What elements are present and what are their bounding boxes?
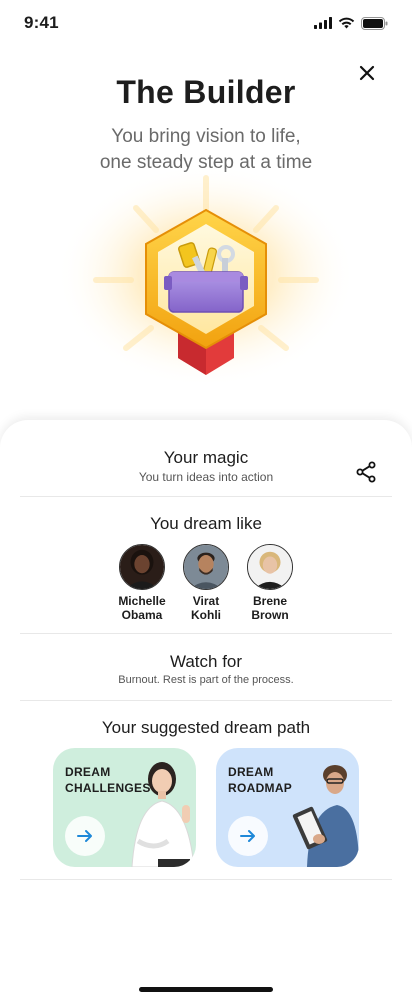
archetype-badge — [56, 168, 356, 408]
archetype-title: The Builder — [116, 74, 296, 110]
results-sheet: Your magic You turn ideas into action Yo… — [0, 420, 412, 1002]
status-bar: 9:41 — [0, 0, 412, 46]
arrow-right-icon[interactable] — [228, 816, 268, 856]
dream-like-title: You dream like — [150, 514, 262, 533]
dream-path-title: Your suggested dream path — [101, 718, 311, 737]
divider — [20, 496, 392, 497]
subtitle-line-1: You bring vision to life, — [111, 126, 301, 147]
watch-for-title: Watch for — [169, 652, 243, 671]
man-with-clipboard-illustration — [292, 765, 359, 867]
magic-title: Your magic — [163, 448, 249, 467]
home-indicator — [139, 987, 273, 992]
status-time: 9:41 — [24, 13, 59, 32]
avatar — [119, 544, 165, 590]
divider — [20, 633, 392, 634]
share-button[interactable] — [354, 460, 378, 484]
wifi-icon — [338, 17, 355, 29]
person-item[interactable]: Michelle Obama — [112, 544, 172, 622]
battery-icon — [361, 16, 388, 30]
share-icon — [356, 461, 376, 483]
toolbox-badge-icon — [56, 168, 356, 392]
person-item[interactable]: Brene Brown — [240, 544, 300, 622]
arrow-right-icon[interactable] — [65, 816, 105, 856]
divider — [20, 879, 392, 880]
avatar — [183, 544, 229, 590]
person-item[interactable]: Virat Kohli — [176, 544, 236, 622]
magic-subtitle: You turn ideas into action — [138, 470, 274, 484]
status-icons — [314, 16, 388, 30]
dream-challenges-card[interactable]: DREAM CHALLENGES — [53, 748, 196, 867]
avatar — [247, 544, 293, 590]
dream-roadmap-card[interactable]: DREAM ROADMAP — [216, 748, 359, 867]
person-name: Brene Brown — [251, 594, 289, 622]
woman-illustration — [131, 762, 195, 867]
person-name: Virat Kohli — [191, 594, 221, 622]
watch-for-subtitle: Burnout. Rest is part of the process. — [118, 674, 294, 686]
signal-icon — [314, 17, 332, 29]
people-list: Michelle Obama Virat Kohli Brene Brown — [112, 544, 300, 622]
divider — [20, 700, 392, 701]
person-name: Michelle Obama — [118, 594, 166, 622]
